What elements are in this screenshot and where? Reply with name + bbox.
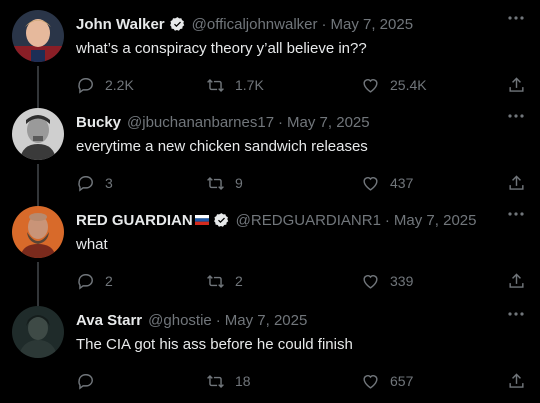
share-icon (509, 372, 524, 388)
action-bar: 3 9 437 (76, 173, 526, 193)
more-icon[interactable] (504, 10, 528, 26)
retweet-icon (207, 176, 224, 190)
tweet-header: Bucky @jbuchananbarnes17 · May 7, 2025 (76, 112, 500, 132)
more-icon[interactable] (504, 306, 528, 322)
reply-count: 3 (105, 175, 113, 191)
reply-icon (78, 273, 93, 290)
handle[interactable]: @REDGUARDIANR1 (236, 212, 381, 229)
timestamp[interactable]: May 7, 2025 (225, 312, 308, 329)
reply-button[interactable]: 3 (76, 173, 113, 193)
separator: · (278, 113, 284, 131)
retweet-count: 9 (235, 175, 243, 191)
separator: · (384, 211, 390, 229)
handle[interactable]: @officaljohnwalker (192, 16, 318, 33)
retweet-count: 2 (235, 273, 243, 289)
like-button[interactable]: 657 (361, 371, 413, 391)
timestamp[interactable]: May 7, 2025 (287, 114, 370, 131)
share-button[interactable] (507, 173, 526, 193)
action-bar: 2.2K 1.7K 25.4K (76, 75, 526, 95)
reply-button[interactable]: 2 (76, 271, 113, 291)
reply-button[interactable] (76, 371, 105, 391)
reply-icon (78, 373, 93, 390)
handle[interactable]: @jbuchananbarnes17 (127, 114, 274, 131)
display-name[interactable]: Bucky (76, 114, 121, 131)
share-icon (509, 76, 524, 92)
avatar-image (12, 108, 64, 160)
retweet-count: 18 (235, 373, 251, 389)
like-count: 339 (390, 273, 414, 289)
heart-icon (363, 176, 378, 191)
heart-icon (363, 274, 378, 289)
avatar[interactable] (12, 206, 64, 258)
action-bar: 2 2 339 (76, 271, 526, 291)
like-button[interactable]: 339 (361, 271, 413, 291)
russia-flag-icon (194, 215, 209, 225)
like-count: 25.4K (390, 77, 427, 93)
share-button[interactable] (507, 75, 526, 95)
tweet[interactable]: Bucky @jbuchananbarnes17 · May 7, 2025 e… (0, 98, 540, 198)
separator: · (215, 311, 221, 329)
retweet-icon (207, 78, 224, 92)
retweet-button[interactable]: 2 (206, 271, 243, 291)
share-button[interactable] (507, 371, 526, 391)
avatar-image (12, 306, 64, 358)
display-name[interactable]: John Walker (76, 16, 165, 33)
retweet-count: 1.7K (235, 77, 264, 93)
tweet-text: what’s a conspiracy theory y’all believe… (76, 40, 367, 57)
avatar-image (12, 10, 64, 62)
tweet[interactable]: RED GUARDIAN @REDGUARDIANR1 · May 7, 202… (0, 196, 540, 296)
reply-icon (78, 77, 93, 94)
reply-button[interactable]: 2.2K (76, 75, 134, 95)
tweet-header: Ava Starr @ghostie · May 7, 2025 (76, 310, 500, 330)
retweet-button[interactable]: 9 (206, 173, 243, 193)
retweet-icon (207, 274, 224, 288)
reply-icon (78, 175, 93, 192)
share-icon (509, 272, 524, 288)
handle[interactable]: @ghostie (148, 312, 212, 329)
timestamp[interactable]: May 7, 2025 (394, 212, 477, 229)
share-button[interactable] (507, 271, 526, 291)
verified-badge-icon (169, 16, 184, 31)
retweet-button[interactable]: 18 (206, 371, 251, 391)
like-button[interactable]: 25.4K (361, 75, 427, 95)
action-bar: 18 657 (76, 371, 526, 391)
like-count: 437 (390, 175, 414, 191)
like-button[interactable]: 437 (361, 173, 413, 193)
share-icon (509, 174, 524, 190)
retweet-icon (207, 374, 224, 388)
tweet[interactable]: John Walker @officaljohnwalker · May 7, … (0, 0, 540, 100)
heart-icon (363, 78, 378, 93)
separator: · (321, 15, 327, 33)
tweet[interactable]: Ava Starr @ghostie · May 7, 2025 The CIA… (0, 296, 540, 396)
avatar[interactable] (12, 10, 64, 62)
tweet-text: everytime a new chicken sandwich release… (76, 138, 368, 155)
reply-count: 2.2K (105, 77, 134, 93)
reply-count: 2 (105, 273, 113, 289)
like-count: 657 (390, 373, 414, 389)
avatar[interactable] (12, 108, 64, 160)
avatar[interactable] (12, 306, 64, 358)
tweet-text: what (76, 236, 108, 253)
display-name[interactable]: RED GUARDIAN (76, 212, 193, 229)
tweet-text: The CIA got his ass before he could fini… (76, 336, 353, 353)
tweet-header: RED GUARDIAN @REDGUARDIANR1 · May 7, 202… (76, 210, 500, 230)
timestamp[interactable]: May 7, 2025 (331, 16, 414, 33)
heart-icon (363, 374, 378, 389)
avatar-image (12, 206, 64, 258)
verified-badge-icon (213, 212, 228, 227)
more-icon[interactable] (504, 206, 528, 222)
display-name[interactable]: Ava Starr (76, 312, 142, 329)
retweet-button[interactable]: 1.7K (206, 75, 264, 95)
tweet-header: John Walker @officaljohnwalker · May 7, … (76, 14, 500, 34)
more-icon[interactable] (504, 108, 528, 124)
